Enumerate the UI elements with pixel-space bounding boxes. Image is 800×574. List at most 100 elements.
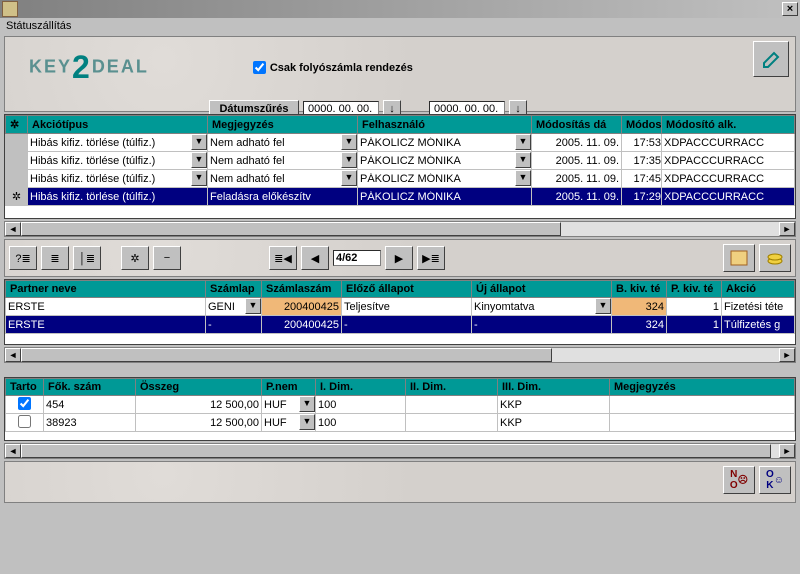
- pencil-icon: [762, 49, 780, 69]
- table-row[interactable]: ▼ ▼ ▼ 2005. 11. 09. 17:53 XDPACCCURRACC: [6, 134, 795, 152]
- col-fok[interactable]: Fők. szám: [44, 379, 136, 396]
- cell-pnem[interactable]: [262, 414, 315, 431]
- cell-moddat: 2005. 11. 09.: [556, 173, 621, 185]
- minus-button[interactable]: −: [153, 246, 181, 270]
- cell-akcio[interactable]: [28, 152, 207, 169]
- actions-grid[interactable]: ✲ Akciótípus Megjegyzés Felhasználó Módo…: [4, 114, 796, 219]
- cell-modido: 17:53: [633, 137, 661, 149]
- col-megj3[interactable]: Megjegyzés: [610, 379, 795, 396]
- col-bkiv[interactable]: B. kiv. té: [612, 281, 667, 298]
- first-icon: ≣◀: [274, 252, 292, 265]
- list2-button[interactable]: │≣: [73, 246, 101, 270]
- cell-felh[interactable]: [358, 152, 531, 169]
- coins-icon: [765, 249, 785, 267]
- table-row-selected[interactable]: ✲ ▼ ▼ ▼ 2005. 11. 09. 17:29 XDPACCCURRAC…: [6, 188, 795, 206]
- cell-uj[interactable]: [472, 298, 611, 315]
- col-szamlaszam[interactable]: Számlaszám: [262, 281, 342, 298]
- col-modido[interactable]: Módos: [622, 116, 662, 134]
- list1-button[interactable]: ≣: [41, 246, 69, 270]
- cell-szamlap[interactable]: [206, 298, 261, 315]
- col-megjegyzes[interactable]: Megjegyzés: [208, 116, 358, 134]
- col-partner[interactable]: Partner neve: [6, 281, 206, 298]
- star-button[interactable]: ✲: [121, 246, 149, 270]
- partner-grid[interactable]: Partner neve Számlap Számlaszám Előző ál…: [4, 279, 796, 345]
- no-label: N O: [730, 469, 738, 491]
- col-pkiv[interactable]: P. kiv. té: [667, 281, 722, 298]
- cell-megj[interactable]: [208, 134, 357, 151]
- cell-megj[interactable]: [208, 170, 357, 187]
- last-page-button[interactable]: ▶≣: [417, 246, 445, 270]
- help-button[interactable]: ?≣: [9, 246, 37, 270]
- scroll-thumb[interactable]: [21, 444, 771, 458]
- table-row[interactable]: 454 12 500,00 ▼ 100 KKP: [6, 396, 795, 414]
- col-iiidim[interactable]: III. Dim.: [498, 379, 610, 396]
- next-icon: ▶: [395, 252, 403, 265]
- cell-fok: 454: [44, 399, 64, 411]
- cell-megj[interactable]: [208, 188, 357, 205]
- ok-button[interactable]: O K☺: [759, 466, 791, 494]
- grid3-hscrollbar[interactable]: ◄ ►: [4, 443, 796, 459]
- col-uj[interactable]: Új állapot: [472, 281, 612, 298]
- close-button[interactable]: ×: [782, 2, 798, 16]
- tarto-checkbox[interactable]: [18, 397, 31, 410]
- cell-szamlaszam: 200400425: [284, 319, 341, 331]
- cell-iiidim: KKP: [498, 417, 522, 429]
- col-felhasznalo[interactable]: Felhasználó: [358, 116, 532, 134]
- logo-two: 2: [72, 49, 92, 85]
- scroll-right-icon[interactable]: ►: [779, 444, 795, 458]
- cell-akcio[interactable]: [28, 170, 207, 187]
- scroll-left-icon[interactable]: ◄: [5, 348, 21, 362]
- scroll-right-icon[interactable]: ►: [779, 348, 795, 362]
- col-idim[interactable]: I. Dim.: [316, 379, 406, 396]
- app-icon: [2, 1, 18, 17]
- cell-pnem[interactable]: [262, 396, 315, 413]
- cell-felh[interactable]: [358, 170, 531, 187]
- cell-megj[interactable]: [208, 152, 357, 169]
- col-szamlap[interactable]: Számlap: [206, 281, 262, 298]
- tarto-checkbox[interactable]: [18, 415, 31, 428]
- col-osszeg[interactable]: Összeg: [136, 379, 262, 396]
- grid2-hscrollbar[interactable]: ◄ ►: [4, 347, 796, 363]
- grid1-hscrollbar[interactable]: ◄ ►: [4, 221, 796, 237]
- page-indicator[interactable]: [333, 250, 381, 266]
- col-modalk[interactable]: Módosító alk.: [662, 116, 795, 134]
- cell-szamlap[interactable]: [206, 316, 261, 333]
- scroll-left-icon[interactable]: ◄: [5, 444, 21, 458]
- cell-akcio[interactable]: [28, 134, 207, 151]
- col-elozo[interactable]: Előző állapot: [342, 281, 472, 298]
- table-row[interactable]: ▼ ▼ ▼ 2005. 11. 09. 17:45 XDPACCCURRACC: [6, 170, 795, 188]
- col-akcio2[interactable]: Akció: [722, 281, 795, 298]
- scroll-thumb[interactable]: [21, 348, 552, 362]
- cell-felh[interactable]: [358, 134, 531, 151]
- edit-icon-button[interactable]: [753, 41, 789, 77]
- first-page-button[interactable]: ≣◀: [269, 246, 297, 270]
- only-current-account-checkbox[interactable]: [253, 61, 266, 74]
- next-page-button[interactable]: ▶: [385, 246, 413, 270]
- cell-modido: 17:45: [633, 173, 661, 185]
- accounts-grid[interactable]: Tarto Fők. szám Összeg P.nem I. Dim. II.…: [4, 377, 796, 441]
- col-pnem[interactable]: P.nem: [262, 379, 316, 396]
- scroll-left-icon[interactable]: ◄: [5, 222, 21, 236]
- cell-elozo: -: [342, 319, 348, 331]
- cell-moddat: 2005. 11. 09.: [556, 137, 621, 149]
- window-subtitle: Státuszállítás: [0, 18, 800, 34]
- table-row[interactable]: ERSTE ▼ 200400425 Teljesítve ▼ 324 1 Fiz…: [6, 298, 795, 316]
- table-row-selected[interactable]: ERSTE ▼ 200400425 - ▼ 324 1 Túlfizetés g: [6, 316, 795, 334]
- prev-page-button[interactable]: ◀: [301, 246, 329, 270]
- table-row[interactable]: 38923 12 500,00 ▼ 100 KKP: [6, 414, 795, 432]
- col-tarto[interactable]: Tarto: [6, 379, 44, 396]
- cell-akcio[interactable]: [28, 188, 207, 205]
- cell-partner: ERSTE: [6, 319, 45, 331]
- cell-felh[interactable]: [358, 188, 531, 205]
- col-akcio[interactable]: Akciótípus: [28, 116, 208, 134]
- col-iidim[interactable]: II. Dim.: [406, 379, 498, 396]
- table-row[interactable]: ▼ ▼ ▼ 2005. 11. 09. 17:35 XDPACCCURRACC: [6, 152, 795, 170]
- cell-uj[interactable]: [472, 316, 611, 333]
- col-indicator[interactable]: ✲: [6, 116, 28, 134]
- col-moddat[interactable]: Módosítás dá: [532, 116, 622, 134]
- scroll-right-icon[interactable]: ►: [779, 222, 795, 236]
- scroll-thumb[interactable]: [21, 222, 561, 236]
- report1-button[interactable]: [723, 244, 755, 272]
- no-button[interactable]: N O☹: [723, 466, 755, 494]
- report2-button[interactable]: [759, 244, 791, 272]
